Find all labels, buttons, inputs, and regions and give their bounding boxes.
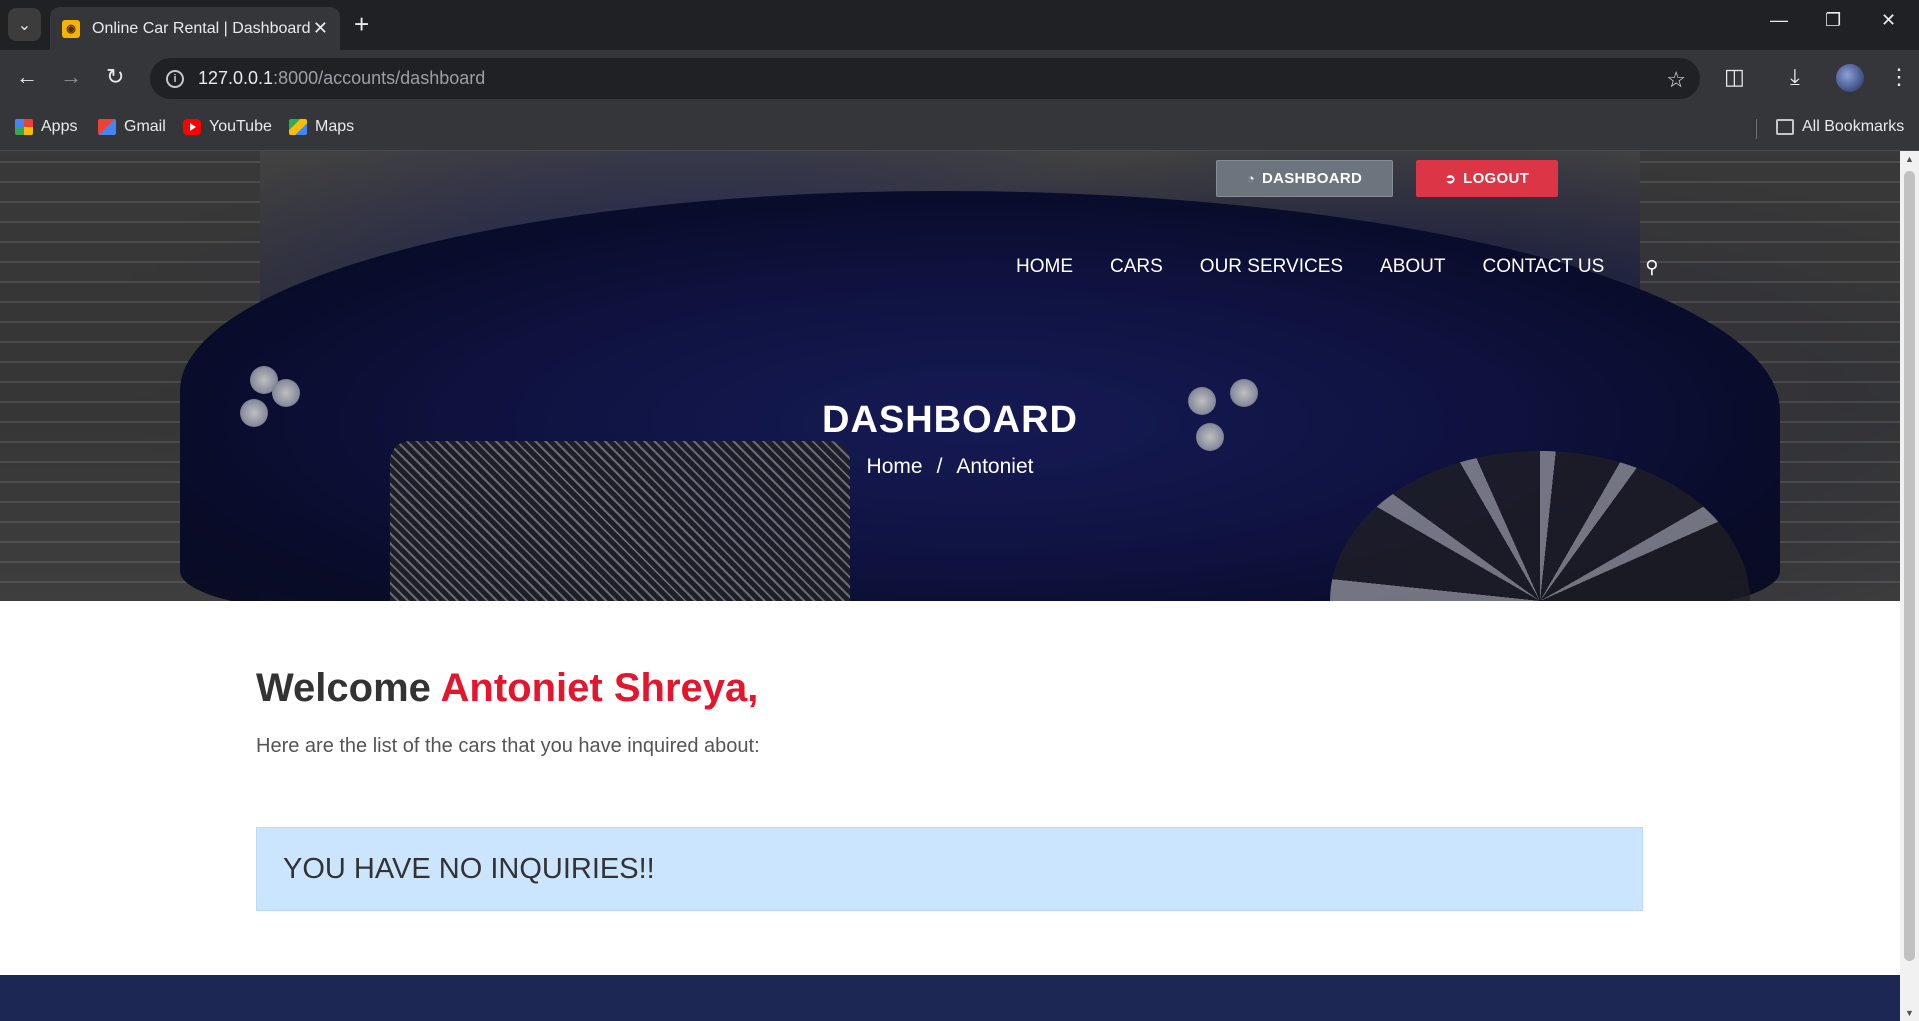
back-arrow-icon[interactable]: ← — [16, 65, 38, 89]
hero-banner: ◔ DASHBOARD ➲ LOGOUT HOME CARS OUR SERVI… — [0, 151, 1900, 601]
apps-icon — [15, 119, 33, 135]
dashboard-button[interactable]: ◔ DASHBOARD — [1216, 160, 1393, 197]
url-host: 127.0.0.1 — [198, 68, 274, 88]
address-bar[interactable]: i 127.0.0.1:8000/accounts/dashboard ☆ — [150, 58, 1700, 99]
scrollbar-thumb[interactable] — [1904, 171, 1915, 961]
nav-cars[interactable]: CARS — [1110, 256, 1163, 278]
bookmark-label: Maps — [315, 118, 355, 135]
site-info-icon[interactable]: i — [166, 69, 184, 88]
folder-icon — [1776, 119, 1794, 135]
restore-icon[interactable]: ❐ — [1825, 10, 1841, 31]
hero-overlay — [0, 151, 1900, 601]
scroll-down-icon[interactable]: ▼ — [1905, 1008, 1914, 1018]
sign-out-icon: ➲ — [1444, 170, 1457, 186]
gmail-icon — [98, 119, 116, 135]
close-window-icon[interactable]: ✕ — [1881, 10, 1896, 31]
alert-text: YOU HAVE NO INQUIRIES!! — [283, 852, 655, 885]
new-tab-icon[interactable]: + — [354, 10, 369, 38]
bookmark-gmail[interactable]: Gmail — [98, 118, 166, 136]
search-icon[interactable]: ⚲ — [1645, 257, 1658, 278]
bookmarks-bar: Apps Gmail YouTube Maps All Bookmarks — [0, 107, 1919, 151]
breadcrumb-separator: / — [936, 455, 943, 478]
chevron-down-icon: ⌄ — [17, 16, 32, 34]
bookmark-maps[interactable]: Maps — [289, 118, 354, 136]
bookmark-star-icon[interactable]: ☆ — [1666, 67, 1686, 93]
breadcrumb-home[interactable]: Home — [867, 455, 923, 478]
maps-icon — [289, 119, 307, 135]
nav-our-services[interactable]: OUR SERVICES — [1200, 256, 1343, 278]
welcome-heading: Welcome Antoniet Shreya, — [256, 666, 758, 711]
bookmark-apps[interactable]: Apps — [15, 118, 77, 136]
bookmark-label: Apps — [41, 118, 78, 135]
breadcrumb-current: Antoniet — [956, 455, 1034, 478]
page-title: DASHBOARD — [822, 399, 1078, 441]
bookmark-label: YouTube — [209, 118, 272, 135]
breadcrumb: Home / Antoniet — [0, 455, 1900, 479]
extensions-icon[interactable]: ◫ — [1724, 64, 1745, 90]
nav-home[interactable]: HOME — [1016, 256, 1073, 278]
reload-icon[interactable]: ↻ — [106, 65, 124, 89]
forward-arrow-icon[interactable]: → — [60, 65, 82, 89]
browser-toolbar: ← → ↻ i 127.0.0.1:8000/accounts/dashboar… — [0, 50, 1919, 107]
dashboard-gauge-icon: ◔ — [1246, 171, 1255, 186]
user-name: Antoniet Shreya, — [440, 666, 759, 710]
minimize-icon[interactable]: — — [1770, 10, 1788, 31]
logout-button-label: LOGOUT — [1463, 170, 1530, 187]
inquiries-subtitle: Here are the list of the cars that you h… — [256, 735, 760, 757]
all-bookmarks-label: All Bookmarks — [1802, 118, 1905, 135]
browser-tab[interactable]: ◉ Online Car Rental | Dashboard ✕ — [50, 7, 340, 50]
youtube-icon — [183, 119, 201, 135]
profile-avatar[interactable] — [1836, 64, 1864, 92]
tab-search-button[interactable]: ⌄ — [8, 8, 41, 41]
bookmarks-divider — [1756, 119, 1757, 139]
browser-tab-strip: ⌄ ◉ Online Car Rental | Dashboard ✕ + — … — [0, 0, 1919, 50]
scroll-up-icon[interactable]: ▲ — [1905, 154, 1914, 164]
no-inquiries-alert: YOU HAVE NO INQUIRIES!! — [256, 827, 1643, 911]
page-viewport: ◔ DASHBOARD ➲ LOGOUT HOME CARS OUR SERVI… — [0, 151, 1900, 1021]
kebab-menu-icon[interactable]: ⋮ — [1888, 64, 1910, 90]
tab-title: Online Car Rental | Dashboard — [92, 19, 311, 37]
welcome-prefix: Welcome — [256, 666, 431, 710]
url-path: :8000/accounts/dashboard — [273, 68, 486, 88]
close-tab-icon[interactable]: ✕ — [313, 18, 328, 39]
bookmark-label: Gmail — [124, 118, 166, 135]
page-scrollbar[interactable]: ▲ ▼ — [1900, 151, 1919, 1021]
logout-button[interactable]: ➲ LOGOUT — [1416, 160, 1558, 197]
footer — [0, 975, 1900, 1021]
main-nav: HOME CARS OUR SERVICES ABOUT CONTACT US … — [1016, 255, 1658, 279]
nav-contact-us[interactable]: CONTACT US — [1483, 256, 1605, 278]
all-bookmarks-button[interactable]: All Bookmarks — [1776, 118, 1904, 136]
dashboard-button-label: DASHBOARD — [1261, 170, 1363, 187]
bookmark-youtube[interactable]: YouTube — [183, 118, 272, 136]
nav-about[interactable]: ABOUT — [1380, 256, 1445, 278]
download-icon[interactable]: ⤓ — [1790, 64, 1800, 90]
site-favicon-icon: ◉ — [62, 19, 80, 38]
